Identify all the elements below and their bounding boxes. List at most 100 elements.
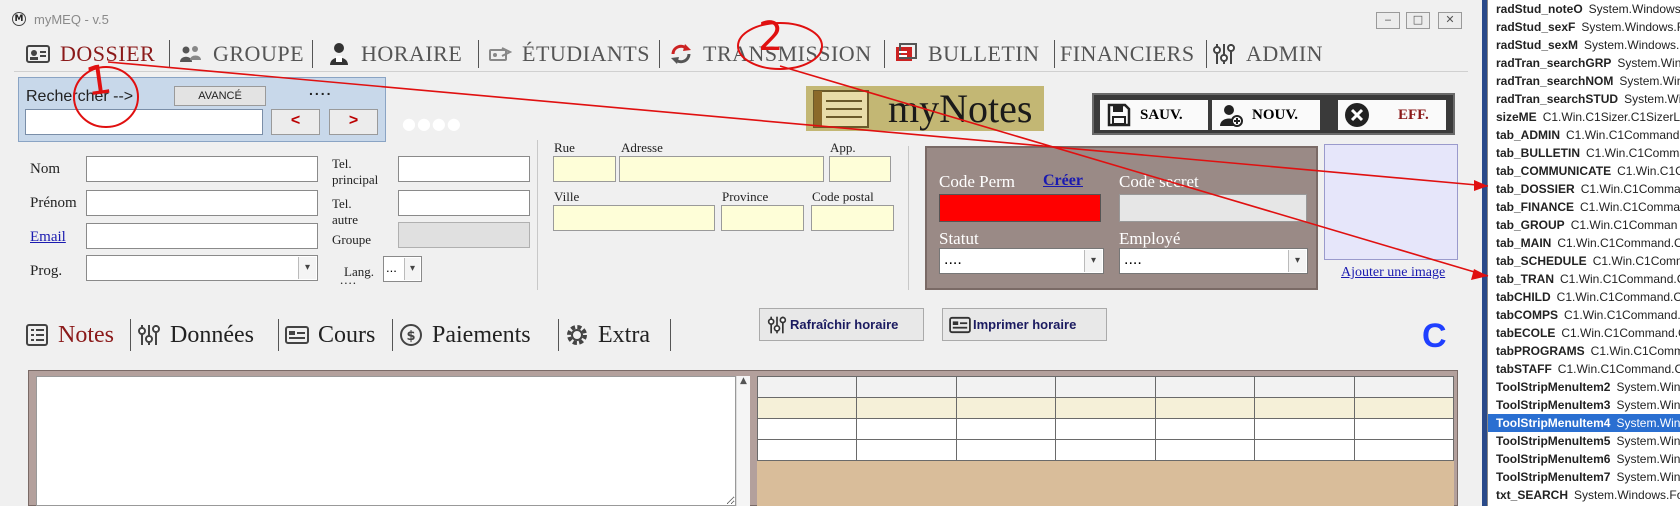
property-row[interactable]: tabCOMPS C1.Win.C1Command. — [1488, 306, 1680, 324]
grid-cell[interactable] — [756, 397, 858, 419]
grid-cell[interactable] — [1353, 418, 1455, 440]
ville-field[interactable] — [553, 205, 715, 231]
nom-field[interactable] — [86, 156, 318, 182]
next-button[interactable]: > — [329, 109, 378, 135]
grid-cell[interactable] — [1353, 376, 1455, 398]
add-image-link[interactable]: Ajouter une image — [1341, 265, 1445, 281]
property-row[interactable]: tab_DOSSIER C1.Win.C1Comma — [1488, 180, 1680, 198]
grid-cell[interactable] — [1254, 376, 1355, 398]
property-row[interactable]: ToolStripMenuItem6 System.Win — [1488, 450, 1680, 468]
property-row[interactable]: radStud_sexF System.Windows.Forms — [1488, 18, 1680, 36]
notes-textarea[interactable] — [36, 376, 736, 506]
rue-field[interactable] — [553, 156, 616, 182]
tab-cours[interactable]: Cours — [284, 315, 375, 355]
property-row[interactable]: radTran_searchSTUD System.Win — [1488, 90, 1680, 108]
property-row[interactable]: tab_GROUP C1.Win.C1Comman — [1488, 216, 1680, 234]
grid-cell[interactable] — [955, 397, 1057, 419]
save-button[interactable]: SAUV. — [1100, 100, 1208, 130]
tab-horaire[interactable]: HORAIRE — [327, 36, 462, 72]
statut-select[interactable]: .... ▾ — [939, 248, 1104, 274]
tab-financiers[interactable]: FINANCIERS — [1060, 36, 1195, 72]
grid-cell[interactable] — [1154, 376, 1256, 398]
tab-admin[interactable]: ADMIN — [1212, 36, 1323, 72]
email-field[interactable] — [86, 223, 318, 249]
tab-bulletin[interactable]: BULLETIN — [894, 36, 1040, 72]
property-row[interactable]: tab_TRAN C1.Win.C1Command.C — [1488, 270, 1680, 288]
property-row[interactable]: tab_FINANCE C1.Win.C1Comma — [1488, 198, 1680, 216]
grid-cell[interactable] — [1055, 376, 1156, 398]
grid-cell[interactable] — [1254, 418, 1355, 440]
property-row[interactable]: tabSTAFF C1.Win.C1Command.C — [1488, 360, 1680, 378]
property-row[interactable]: radTran_searchNOM System.Wind — [1488, 72, 1680, 90]
code-perm-field[interactable] — [939, 194, 1101, 222]
property-row[interactable]: tab_BULLETIN C1.Win.C1Comma — [1488, 144, 1680, 162]
grid-cell[interactable] — [1055, 418, 1156, 440]
property-row[interactable]: tabPROGRAMS C1.Win.C1Comma — [1488, 342, 1680, 360]
grid-cell[interactable] — [756, 418, 858, 440]
property-row[interactable]: radStud_sexM System.Windows.F — [1488, 36, 1680, 54]
prenom-field[interactable] — [86, 190, 318, 216]
grid-cell[interactable] — [856, 397, 957, 419]
advanced-search-button[interactable]: AVANCÉ — [174, 86, 266, 106]
maximize-button[interactable]: □ — [1406, 12, 1430, 29]
lang-select[interactable]: ... ▾ — [383, 256, 422, 282]
grid-cell[interactable] — [856, 376, 957, 398]
grid-cell[interactable] — [1154, 397, 1256, 419]
property-row[interactable]: ToolStripMenuItem2 System.Win — [1488, 378, 1680, 396]
grid-cell[interactable] — [1154, 439, 1256, 461]
property-row[interactable]: ToolStripMenuItem4 System.Win — [1488, 414, 1680, 432]
employe-select[interactable]: .... ▾ — [1119, 248, 1308, 274]
property-row[interactable]: radTran_searchGRP System.Wind — [1488, 54, 1680, 72]
grid-cell[interactable] — [955, 439, 1057, 461]
prog-select[interactable]: ▾ — [86, 255, 318, 281]
grid-cell[interactable] — [955, 418, 1057, 440]
scroll-up-icon[interactable]: ▲ — [740, 376, 747, 386]
code-postal-field[interactable] — [811, 205, 894, 231]
grid-cell[interactable] — [856, 439, 957, 461]
tab-extra[interactable]: Extra — [564, 315, 650, 355]
property-row[interactable]: ToolStripMenuItem3 System.Win — [1488, 396, 1680, 414]
province-field[interactable] — [721, 205, 804, 231]
search-input[interactable] — [25, 109, 263, 135]
tel-principal-field[interactable] — [398, 156, 530, 182]
tab-groupe[interactable]: GROUPE — [179, 36, 304, 72]
tab-etudiants[interactable]: ÉTUDIANTS — [488, 36, 650, 72]
print-schedule-button[interactable]: Imprimer horaire — [942, 308, 1107, 341]
minimize-button[interactable]: ‒ — [1376, 12, 1400, 29]
new-button[interactable]: NOUV. — [1212, 100, 1320, 130]
photo-box[interactable] — [1324, 144, 1458, 260]
grid-cell[interactable] — [1353, 397, 1455, 419]
property-row[interactable]: tabECOLE C1.Win.C1Command.Cl — [1488, 324, 1680, 342]
tab-paiements[interactable]: $ Paiements — [398, 315, 531, 355]
refresh-schedule-button[interactable]: Rafraîchir horaire — [759, 308, 924, 341]
create-link[interactable]: Créer — [1043, 172, 1083, 190]
grid-cell[interactable] — [1254, 397, 1355, 419]
property-row[interactable]: tab_ADMIN C1.Win.C1Command — [1488, 126, 1680, 144]
adresse-field[interactable] — [619, 156, 824, 182]
tab-donnees[interactable]: Données — [136, 315, 254, 355]
grid-cell[interactable] — [955, 376, 1057, 398]
property-row[interactable]: tab_MAIN C1.Win.C1Command.C — [1488, 234, 1680, 252]
grid-cell[interactable] — [1353, 439, 1455, 461]
grid-cell[interactable] — [1055, 397, 1156, 419]
property-row[interactable]: tab_COMMUNICATE C1.Win.C1C — [1488, 162, 1680, 180]
property-row[interactable]: ToolStripMenuItem7 System.Win — [1488, 468, 1680, 486]
email-link[interactable]: Email — [30, 229, 66, 246]
app-field[interactable] — [829, 156, 891, 182]
property-row[interactable]: tab_SCHEDULE C1.Win.C1Comma — [1488, 252, 1680, 270]
grid-cell[interactable] — [1254, 439, 1355, 461]
property-row[interactable]: sizeME C1.Win.C1Sizer.C1SizerLigh — [1488, 108, 1680, 126]
grid-cell[interactable] — [1055, 439, 1156, 461]
grid-cell[interactable] — [1154, 418, 1256, 440]
delete-button[interactable]: EFF. — [1338, 100, 1446, 130]
grid-cell[interactable] — [856, 418, 957, 440]
tel-autre-field[interactable] — [398, 190, 530, 216]
c-icon[interactable]: C — [1422, 317, 1462, 357]
grid-cell[interactable] — [756, 376, 858, 398]
notes-scrollbar[interactable]: ▲ — [736, 376, 750, 506]
property-row[interactable]: ToolStripMenuItem5 System.Win — [1488, 432, 1680, 450]
previous-button[interactable]: < — [271, 109, 320, 135]
property-row[interactable]: radStud_noteO System.Windows. — [1488, 0, 1680, 18]
property-row[interactable]: txt_SEARCH System.Windows.For — [1488, 486, 1680, 504]
grid-cell[interactable] — [756, 439, 858, 461]
